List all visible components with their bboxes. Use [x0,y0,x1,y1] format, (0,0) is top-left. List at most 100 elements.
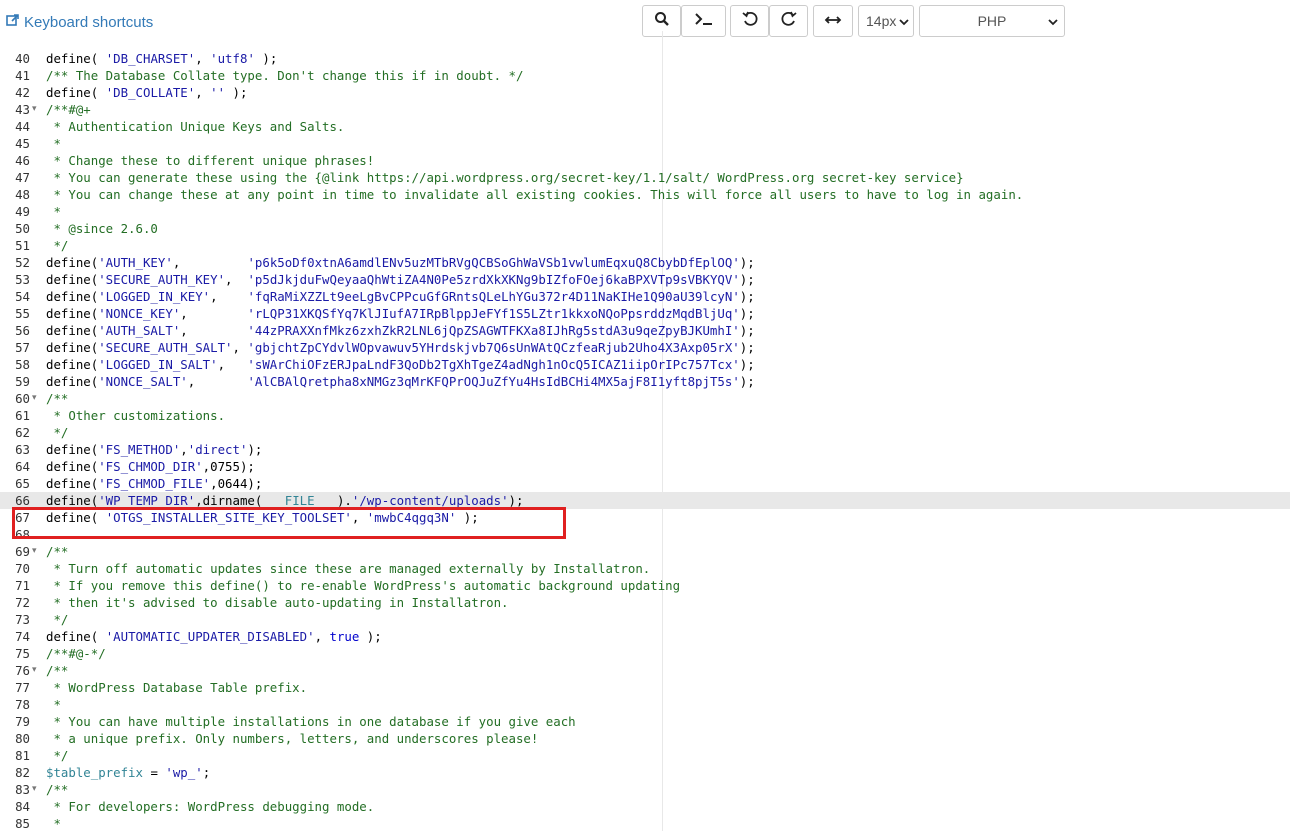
line-number: 58 [15,357,30,372]
code-text: * a unique prefix. Only numbers, letters… [46,730,538,747]
code-token-plain: ); [254,51,278,66]
code-line[interactable]: 80 * a unique prefix. Only numbers, lett… [0,730,1290,747]
keyboard-shortcuts-link[interactable]: Keyboard shortcuts [6,13,153,31]
line-number: 72 [15,595,30,610]
line-number: 83 [15,782,30,797]
code-line[interactable]: 46 * Change these to different unique ph… [0,152,1290,169]
code-line[interactable]: 56 define('AUTH_SALT', '44zPRAXXnfMkz6zxh… [0,322,1290,339]
line-number: 63 [15,442,30,457]
line-number: 41 [15,68,30,83]
code-line[interactable]: 59 define('NONCE_SALT', 'AlCBAlQretpha8xN… [0,373,1290,390]
code-line[interactable]: 47 * You can generate these using the {@… [0,169,1290,186]
code-line[interactable]: 40 define( 'DB_CHARSET', 'utf8' ); [0,50,1290,67]
code-line[interactable]: 57 define('SECURE_AUTH_SALT', 'gbjchtZpCY… [0,339,1290,356]
chevron-down-icon [1048,15,1058,31]
code-line[interactable]: 42 define( 'DB_COLLATE', '' ); [0,84,1290,101]
code-line[interactable]: 72 * then it's advised to disable auto-u… [0,594,1290,611]
code-text: define('FS_CHMOD_DIR',0755); [46,458,255,475]
code-text: * Turn off automatic updates since these… [46,560,650,577]
code-text: */ [46,611,68,628]
line-number: 46 [15,153,30,168]
code-line[interactable]: 71 * If you remove this define() to re-e… [0,577,1290,594]
line-number: 62 [15,425,30,440]
code-token-comment: * You can change these at any point in t… [46,187,1024,202]
line-number: 44 [15,119,30,134]
code-line[interactable]: 81 */ [0,747,1290,764]
code-token-plain: ,0755); [202,459,255,474]
line-number: 47 [15,170,30,185]
code-token-plain: ; [202,765,211,780]
fold-toggle-icon[interactable]: ▾ [32,662,37,679]
line-number: 81 [15,748,30,763]
chevron-down-icon [899,15,909,31]
code-line[interactable]: 61 * Other customizations. [0,407,1290,424]
code-text: define('LOGGED_IN_KEY', 'fqRaMiXZZLt9eeL… [46,288,755,305]
code-line[interactable]: 41 /** The Database Collate type. Don't c… [0,67,1290,84]
code-token-plain: , [180,442,188,457]
code-line[interactable]: 84 * For developers: WordPress debugging… [0,798,1290,815]
code-line[interactable]: 64 define('FS_CHMOD_DIR',0755); [0,458,1290,475]
code-text: define('AUTH_SALT', '44zPRAXXnfMkz6zxhZk… [46,322,755,339]
code-line[interactable]: 74 define( 'AUTOMATIC_UPDATER_DISABLED', … [0,628,1290,645]
code-line[interactable]: 48 * You can change these at any point i… [0,186,1290,203]
code-token-plain: , [180,306,248,321]
fold-toggle-icon[interactable]: ▾ [32,101,37,118]
language-mode-value: PHP [977,13,1007,29]
terminal-icon [694,12,714,31]
code-line[interactable]: 63 define('FS_METHOD','direct'); [0,441,1290,458]
code-line[interactable]: 65 define('FS_CHMOD_FILE',0644); [0,475,1290,492]
code-line[interactable]: 50 * @since 2.6.0 [0,220,1290,237]
fold-toggle-icon[interactable]: ▾ [32,781,37,798]
code-token-string: 'direct' [187,442,248,457]
code-editor[interactable]: 40 define( 'DB_CHARSET', 'utf8' ); 41 /** T… [0,31,1290,831]
line-number: 60 [15,391,30,406]
code-token-string: 'p5dJkjduFwQeyaaQhWtiZA4N0Pe5zrdXkXKNg9b… [247,272,740,287]
code-token-plain: , [225,272,248,287]
code-line[interactable]: 45 * [0,135,1290,152]
code-text: define('SECURE_AUTH_KEY', 'p5dJkjduFwQey… [46,271,755,288]
code-line[interactable]: 69 ▾ /** [0,543,1290,560]
code-line[interactable]: 78 * [0,696,1290,713]
code-line[interactable]: 76 ▾ /** [0,662,1290,679]
code-line[interactable]: 58 define('LOGGED_IN_SALT', 'sWArChiOFzER… [0,356,1290,373]
code-line[interactable]: 54 define('LOGGED_IN_KEY', 'fqRaMiXZZLt9e… [0,288,1290,305]
code-line[interactable]: 60 ▾ /** [0,390,1290,407]
code-token-string: 'sWArChiOFzERJpaLndF3QoDb2TgXhTgeZ4adNgh… [247,357,740,372]
code-token-comment: * then it's advised to disable auto-upda… [46,595,509,610]
code-line[interactable]: 75 /**#@-*/ [0,645,1290,662]
code-text: /** [46,662,68,679]
code-token-var: $table_prefix [46,765,143,780]
code-line[interactable]: 83 ▾ /** [0,781,1290,798]
code-line[interactable]: 62 */ [0,424,1290,441]
code-token-plain: define( [46,323,99,338]
code-line[interactable]: 79 * You can have multiple installations… [0,713,1290,730]
code-line[interactable]: 52 define('AUTH_KEY', 'p6k5oDf0xtnA6amdlE… [0,254,1290,271]
code-token-string: '/wp-content/uploads' [351,493,509,508]
code-line[interactable]: 44 * Authentication Unique Keys and Salt… [0,118,1290,135]
code-token-plain: ,0644); [210,476,263,491]
code-line[interactable]: 82 $table_prefix = 'wp_'; [0,764,1290,781]
line-number: 45 [15,136,30,151]
code-line[interactable]: 77 * WordPress Database Table prefix. [0,679,1290,696]
code-line[interactable]: 73 */ [0,611,1290,628]
code-token-string: 'fqRaMiXZZLt9eeLgBvCPPcuGfGRntsQLeLhYGu3… [247,289,740,304]
code-line[interactable]: 85 * [0,815,1290,831]
line-number: 84 [15,799,30,814]
code-line[interactable]: 53 define('SECURE_AUTH_KEY', 'p5dJkjduFwQ… [0,271,1290,288]
code-line[interactable]: 55 define('NONCE_KEY', 'rLQP31XKQSfYq7KlJ… [0,305,1290,322]
code-text: * For developers: WordPress debugging mo… [46,798,374,815]
fold-toggle-icon[interactable]: ▾ [32,390,37,407]
code-line[interactable]: 70 * Turn off automatic updates since th… [0,560,1290,577]
code-token-plain: ); [247,442,263,457]
fold-toggle-icon[interactable]: ▾ [32,543,37,560]
code-token-comment: * If you remove this define() to re-enab… [46,578,681,593]
code-line[interactable]: 43 ▾ /**#@+ [0,101,1290,118]
line-number: 85 [15,816,30,831]
code-text: /** [46,390,68,407]
code-token-plain: define( [46,357,99,372]
keyboard-shortcuts-label: Keyboard shortcuts [24,13,154,31]
code-token-comment: /**#@+ [46,102,91,117]
code-token-plain: define( [46,272,99,287]
code-line[interactable]: 49 * [0,203,1290,220]
code-line[interactable]: 51 */ [0,237,1290,254]
